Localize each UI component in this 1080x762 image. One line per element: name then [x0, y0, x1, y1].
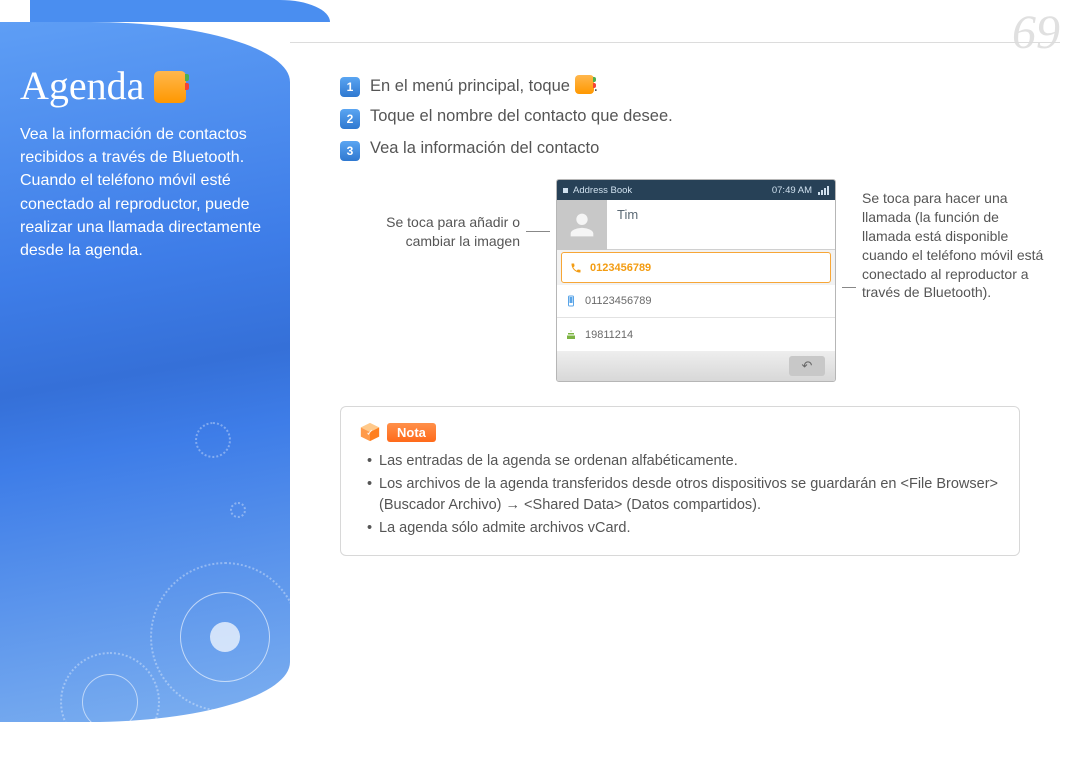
person-icon [565, 208, 599, 242]
step-badge: 2 [340, 109, 360, 129]
phone-value: 01123456789 [585, 295, 651, 307]
callout-right: Se toca para hacer una llamada (la funci… [862, 179, 1047, 302]
note-item: La agenda sólo admite archivos vCard. [365, 518, 1001, 539]
birthday-value: 19811214 [585, 329, 633, 341]
agenda-icon [154, 71, 186, 103]
main-content: 1 En el menú principal, toque . 2 Toque … [340, 75, 1050, 556]
leader-line [526, 231, 550, 232]
step-item: 2 Toque el nombre del contacto que desee… [340, 107, 1050, 129]
status-bar: Address Book 07:49 AM [557, 180, 835, 200]
note-box: ✓ Nota Las entradas de la agenda se orde… [340, 406, 1020, 556]
phone-screenshot: Address Book 07:49 AM Tim 0123456789 01 [556, 179, 836, 382]
agenda-icon [575, 75, 594, 94]
status-title: Address Book [573, 185, 632, 196]
back-arrow-icon: ↶ [802, 358, 813, 374]
phone-icon [570, 262, 582, 274]
step-text: En el menú principal, toque . [370, 75, 1050, 96]
page-number: 69 [1012, 5, 1060, 60]
step-item: 3 Vea la información del contacto [340, 139, 1050, 161]
step-badge: 3 [340, 141, 360, 161]
step-badge: 1 [340, 77, 360, 97]
note-item: Las entradas de la agenda se ordenan alf… [365, 451, 1001, 472]
phone-row[interactable]: 01123456789 [557, 285, 835, 318]
contact-header: Tim [557, 200, 835, 250]
decor-circle [195, 422, 231, 458]
cake-icon [565, 329, 577, 341]
step-text: Vea la información del contacto [370, 139, 1050, 158]
step-text-pre: En el menú principal, toque [370, 77, 575, 95]
back-button[interactable]: ↶ [789, 356, 825, 376]
horizontal-rule [290, 42, 1060, 43]
decor-circle [210, 622, 240, 652]
note-list: Las entradas de la agenda se ordenan alf… [359, 451, 1001, 539]
mobile-icon [565, 295, 577, 307]
contact-name: Tim [607, 200, 835, 249]
page-title: Agenda [20, 62, 268, 109]
sidebar: Agenda Vea la información de contactos r… [0, 22, 290, 722]
note-label: Nota [387, 423, 436, 442]
avatar[interactable] [557, 200, 607, 250]
phone-value: 0123456789 [590, 262, 651, 274]
birthday-row: 19811214 [557, 318, 835, 351]
callout-left: Se toca para añadir o cambiar la imagen [370, 179, 520, 251]
leader-line [842, 287, 856, 288]
step-text: Toque el nombre del contacto que desee. [370, 107, 1050, 126]
decor-circle [82, 674, 138, 722]
sidebar-title-text: Agenda [20, 63, 144, 108]
status-time: 07:49 AM [772, 185, 812, 196]
top-tab-decor [30, 0, 270, 22]
status-square-icon [563, 188, 568, 193]
screenshot-wrap: Se toca para añadir o cambiar la imagen … [370, 179, 1050, 382]
sidebar-description: Vea la información de contactos recibido… [20, 123, 268, 262]
battery-icon [818, 186, 829, 195]
svg-text:✓: ✓ [366, 428, 374, 438]
decor-circle [230, 502, 246, 518]
note-item: Los archivos de la agenda transferidos d… [365, 474, 1001, 516]
step-item: 1 En el menú principal, toque . [340, 75, 1050, 97]
note-cube-icon: ✓ [359, 421, 381, 443]
phone-row-highlight[interactable]: 0123456789 [561, 252, 831, 283]
mock-footer: ↶ [557, 351, 835, 381]
